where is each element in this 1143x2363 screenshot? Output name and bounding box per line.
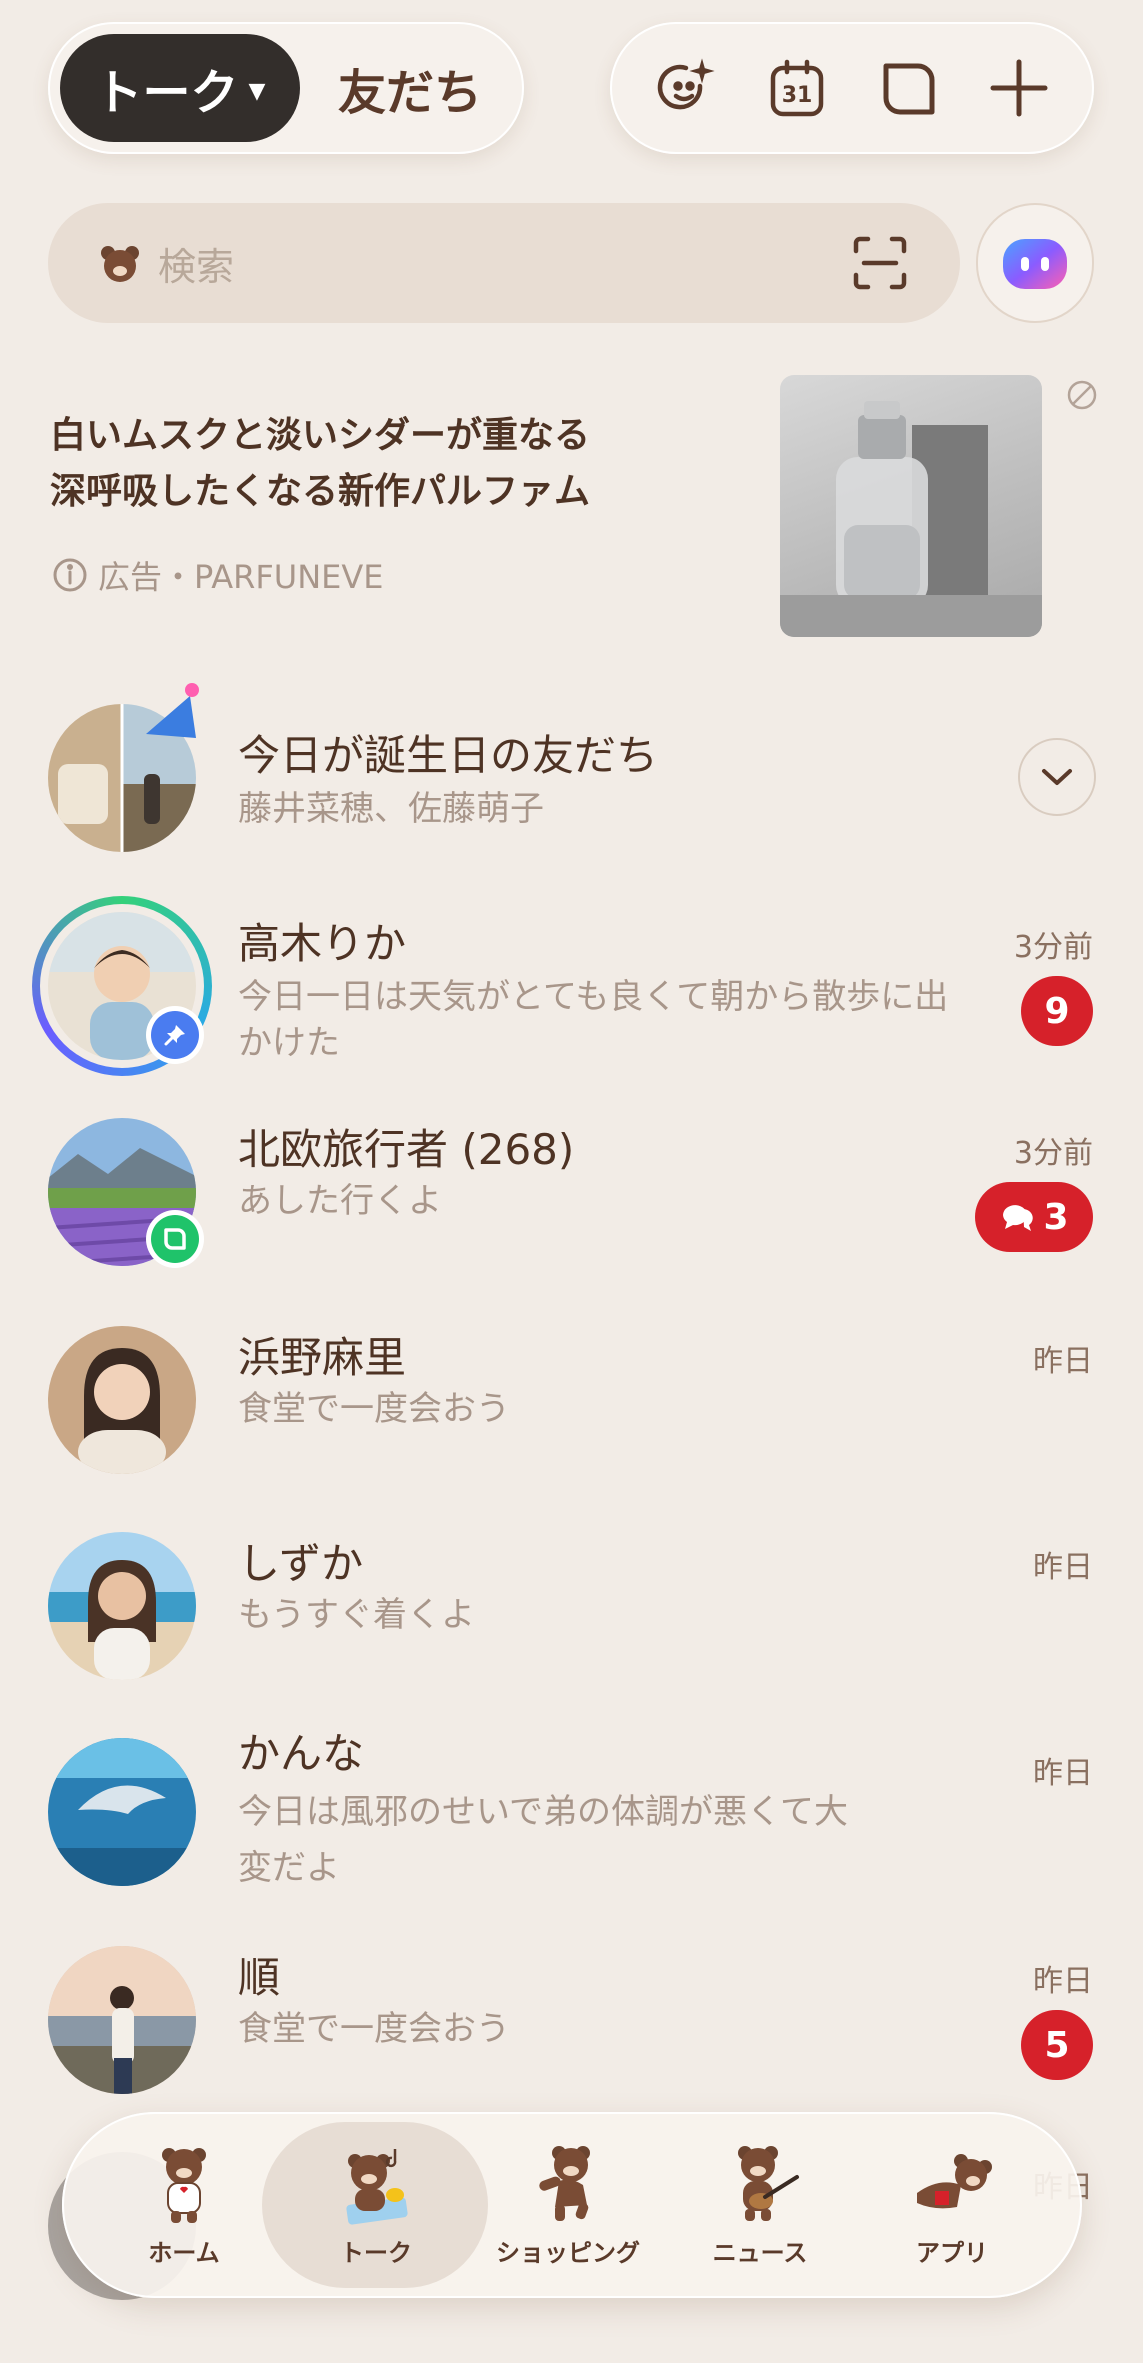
chat-name: 順 xyxy=(238,1953,281,2002)
chat-name: 北欧旅行者 (268) xyxy=(238,1125,575,1174)
party-hat-icon xyxy=(146,683,199,738)
calendar-day: 31 xyxy=(781,83,812,108)
chat-name: かんな xyxy=(238,1729,365,1778)
tab-friends-label: 友だち xyxy=(337,65,482,121)
nav-home-label: ホーム xyxy=(148,2239,220,2267)
chat-time: 3分前 xyxy=(1013,1136,1093,1171)
chat-preview: 食堂で一度会おう xyxy=(238,2009,510,2049)
top-bar: トーク ▼ 友だち 31 xyxy=(0,0,1143,180)
pin-badge xyxy=(146,1006,204,1064)
ai-assistant-button[interactable] xyxy=(976,203,1094,323)
tab-switcher: トーク ▼ 友だち xyxy=(48,22,524,154)
chat-name: 今日が誕生日の友だち xyxy=(238,731,659,780)
unread-badge: 3 xyxy=(975,1182,1093,1252)
chat-time: 昨日 xyxy=(1033,1964,1093,1999)
chat-bubble-icon xyxy=(1003,1205,1034,1231)
bottom-nav: ホーム トーク ショッピング ニュース アプリ xyxy=(62,2112,1082,2298)
caret-down-icon: ▼ xyxy=(248,78,266,104)
ad-title-line2: 深呼吸したくなる新作パルファム xyxy=(50,471,591,512)
nav-home[interactable]: ホーム xyxy=(94,2126,274,2284)
hide-ad-icon[interactable] xyxy=(1065,378,1099,412)
ai-robot-icon xyxy=(1003,239,1067,289)
ad-meta: 広告・PARFUNEVE xyxy=(52,552,383,598)
chevron-down-icon xyxy=(1042,769,1072,785)
bear-home-icon xyxy=(162,2148,206,2223)
unread-badge: 9 xyxy=(1021,976,1093,1046)
bear-news-icon xyxy=(738,2146,799,2221)
bear-apps-icon xyxy=(917,2154,992,2209)
chat-avatar xyxy=(48,1738,196,1886)
nav-talk-label: トーク xyxy=(340,2239,412,2267)
qr-scan-icon[interactable] xyxy=(850,233,910,293)
ad-title-line1: 白いムスクと淡いシダーが重なる xyxy=(50,415,591,456)
ad-image xyxy=(780,375,1042,637)
header-tools: 31 xyxy=(610,22,1094,154)
bear-icon xyxy=(101,246,139,282)
chat-preview: もうすぐ着くよ xyxy=(238,1595,475,1635)
chat-row[interactable]: しずか もうすぐ着くよ 昨日 xyxy=(0,1506,1143,1706)
ad-title: 白いムスクと淡いシダーが重なる 深呼吸したくなる新作パルファム xyxy=(50,408,730,520)
tab-talk-label: トーク xyxy=(94,65,239,121)
openchat-icon xyxy=(164,1228,186,1250)
chat-name: しずか xyxy=(238,1539,364,1588)
chat-row[interactable]: 高木りか 今日一日は天気がとても良くて朝から散歩に出かけた 3分前 9 xyxy=(0,886,1143,1086)
chat-avatar xyxy=(48,1532,196,1680)
chat-preview: 今日は風邪のせいで弟の体調が悪くて大変だよ xyxy=(238,1792,848,1888)
search-bar[interactable]: 検索 xyxy=(48,203,960,323)
nav-shopping-label: ショッピング xyxy=(496,2239,640,2267)
expand-birthday-button[interactable] xyxy=(1018,738,1096,816)
chat-preview: あした行くよ xyxy=(238,1181,442,1221)
chat-row[interactable]: 順 食堂で一度会おう 昨日 5 xyxy=(0,1920,1143,2120)
chat-avatar xyxy=(48,1946,196,2094)
new-chat-icon[interactable] xyxy=(868,48,948,128)
bear-talk-icon xyxy=(346,2149,408,2225)
unread-count: 3 xyxy=(1043,1196,1069,1238)
chat-name: 高木りか xyxy=(238,919,407,968)
info-icon[interactable] xyxy=(52,557,88,593)
chat-row[interactable]: 北欧旅行者 (268) あした行くよ 3分前 3 xyxy=(0,1092,1143,1292)
birthday-row[interactable]: 今日が誕生日の友だち 藤井菜穂、佐藤萌子 xyxy=(0,678,1143,878)
chat-time: 昨日 xyxy=(1033,1550,1093,1585)
ad-banner[interactable]: 白いムスクと淡いシダーが重なる 深呼吸したくなる新作パルファム 広告・PARFU… xyxy=(0,350,1143,650)
unread-badge: 5 xyxy=(1021,2010,1093,2080)
nav-shopping[interactable]: ショッピング xyxy=(478,2126,658,2284)
chat-time: 昨日 xyxy=(1033,1344,1093,1379)
openchat-badge xyxy=(146,1210,204,1268)
chat-time: 昨日 xyxy=(1033,1756,1093,1791)
chat-preview: 藤井菜穂、佐藤萌子 xyxy=(238,789,544,829)
tab-talk[interactable]: トーク ▼ xyxy=(60,34,300,142)
nav-news[interactable]: ニュース xyxy=(670,2126,850,2284)
nav-apps[interactable]: アプリ xyxy=(862,2126,1042,2284)
search-placeholder: 検索 xyxy=(158,244,235,289)
nav-apps-label: アプリ xyxy=(916,2239,988,2267)
ad-sponsor: 広告・PARFUNEVE xyxy=(98,558,384,596)
nav-talk[interactable]: トーク xyxy=(286,2126,466,2284)
chat-name: 浜野麻里 xyxy=(238,1333,407,1382)
calendar-icon[interactable]: 31 xyxy=(757,48,837,128)
pin-icon xyxy=(164,1025,185,1046)
chat-row[interactable]: かんな 今日は風邪のせいで弟の体調が悪くて大変だよ 昨日 xyxy=(0,1712,1143,1912)
chat-preview: 今日一日は天気がとても良くて朝から散歩に出かけた xyxy=(238,977,949,1063)
chat-row[interactable]: 浜野麻里 食堂で一度会おう 昨日 xyxy=(0,1300,1143,1500)
plus-icon[interactable] xyxy=(979,48,1059,128)
sticker-sparkle-icon[interactable] xyxy=(646,48,726,128)
chat-preview: 食堂で一度会おう xyxy=(238,1389,510,1429)
bear-shopping-icon xyxy=(539,2146,590,2221)
nav-news-label: ニュース xyxy=(712,2239,808,2267)
chat-avatar xyxy=(48,1326,196,1474)
tab-friends[interactable]: 友だち xyxy=(310,34,510,142)
chat-time: 3分前 xyxy=(1013,930,1093,965)
